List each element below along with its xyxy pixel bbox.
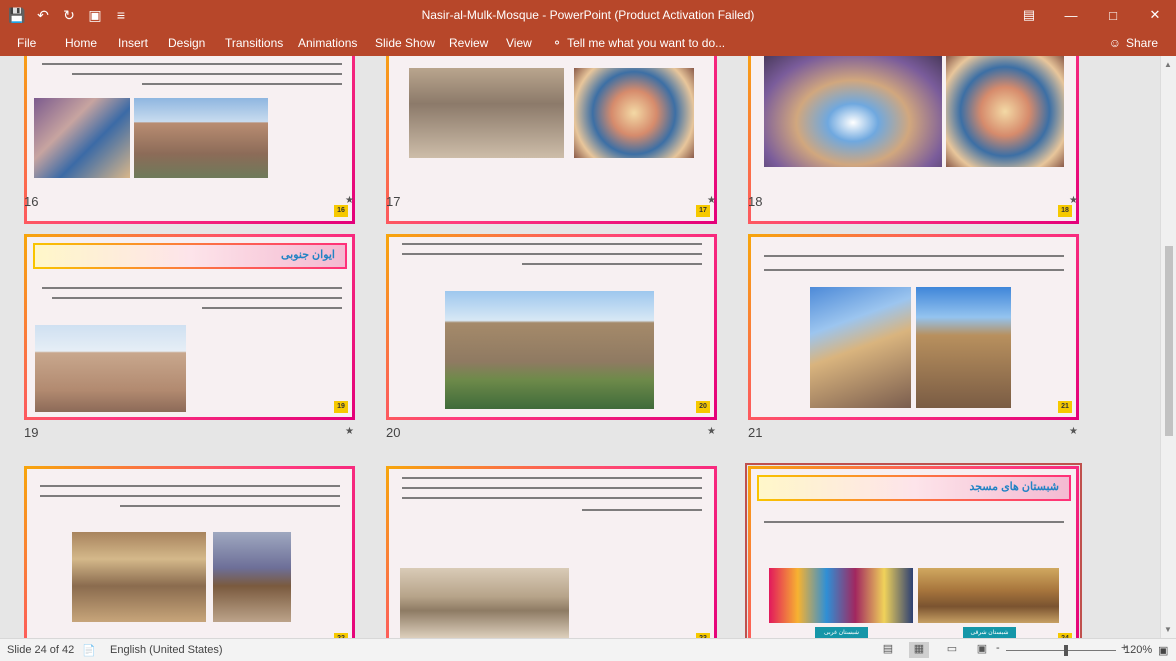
slide-photo	[810, 287, 911, 408]
tab-home[interactable]: Home	[65, 34, 97, 52]
slide-caption: شبستان غربی	[815, 627, 868, 638]
lightbulb-icon: ⚬	[552, 36, 563, 50]
slide-caption: شبستان شرقی	[963, 627, 1016, 638]
slide-thumbnail-17[interactable]: 17	[386, 56, 717, 224]
ribbon-display-icon[interactable]: ▤	[1008, 0, 1050, 30]
star-icon: ★	[1069, 195, 1078, 206]
scroll-down-icon[interactable]: ▼	[1164, 625, 1172, 634]
proofing-icon[interactable]: 📄	[82, 644, 96, 657]
slide-number-badge: 16	[334, 205, 348, 217]
zoom-out-button[interactable]: -	[996, 642, 1000, 654]
maximize-icon[interactable]: □	[1092, 0, 1134, 30]
slide-thumbnail-21[interactable]: 21	[748, 234, 1079, 420]
slide-number-badge: 17	[696, 205, 710, 217]
slide-photo	[916, 287, 1011, 408]
window-title: Nasir-al-Mulk-Mosque - PowerPoint (Produ…	[421, 8, 755, 22]
slide-photo	[409, 68, 564, 158]
slide-counter: Slide 24 of 42	[7, 644, 75, 656]
slide-label: 18	[748, 194, 763, 209]
slide-number-badge: 20	[696, 401, 710, 413]
slide-label: 19	[24, 425, 39, 440]
zoom-slider[interactable]	[1006, 650, 1116, 651]
tab-review[interactable]: Review	[449, 34, 488, 52]
slide-label: 21	[748, 425, 763, 440]
slide-thumbnail-23[interactable]: 23	[386, 466, 717, 638]
slide-label: 16	[24, 194, 39, 209]
star-icon: ★	[1069, 426, 1078, 437]
person-icon: ☺	[1108, 36, 1121, 50]
share-button[interactable]: ☺ Share	[1109, 33, 1158, 53]
slide-photo	[445, 291, 654, 409]
tell-me-box[interactable]: ⚬ Tell me what you want to do...	[552, 34, 725, 52]
close-icon[interactable]: ✕	[1134, 0, 1176, 30]
slideshow-view-icon[interactable]: ▣	[972, 642, 992, 658]
slide-title: شبستان های مسجد	[757, 475, 1071, 501]
star-icon: ★	[707, 426, 716, 437]
slide-number-badge: 21	[1058, 401, 1072, 413]
fit-to-window-icon[interactable]: ▣	[1158, 644, 1168, 657]
slide-thumbnail-16[interactable]: 16	[24, 56, 355, 224]
slide-photo	[72, 532, 206, 622]
slide-number-badge: 19	[334, 401, 348, 413]
tab-slide-show[interactable]: Slide Show	[375, 34, 435, 52]
slide-photo	[764, 56, 942, 167]
zoom-level[interactable]: 120%	[1124, 644, 1152, 656]
minimize-icon[interactable]: —	[1050, 0, 1092, 30]
slide-thumbnail-19[interactable]: ایوان جنوبی 19	[24, 234, 355, 420]
slide-photo	[769, 568, 913, 623]
slide-sorter: 16 16 ★ 17 17 ★ 18 18 ★ ایوان جنوبی 19 1…	[0, 56, 1160, 638]
slide-label: 17	[386, 194, 401, 209]
scroll-up-icon[interactable]: ▲	[1164, 60, 1172, 69]
language-indicator[interactable]: English (United States)	[110, 644, 223, 656]
reading-view-icon[interactable]: ▭	[942, 642, 962, 658]
slide-thumbnail-20[interactable]: 20	[386, 234, 717, 420]
tab-insert[interactable]: Insert	[118, 34, 148, 52]
title-bar: 💾 ↶ ↻ ▣ ≡ Nasir-al-Mulk-Mosque - PowerPo…	[0, 0, 1176, 30]
slide-photo	[134, 98, 268, 178]
tab-design[interactable]: Design	[168, 34, 205, 52]
slide-photo	[946, 56, 1064, 167]
vertical-scrollbar[interactable]: ▲ ▼	[1160, 56, 1176, 638]
slide-photo	[213, 532, 291, 622]
tab-animations[interactable]: Animations	[298, 34, 357, 52]
tab-file[interactable]: File	[17, 34, 36, 52]
slide-photo	[34, 98, 130, 178]
slide-number-badge: 18	[1058, 205, 1072, 217]
slide-photo	[400, 568, 569, 638]
star-icon: ★	[345, 195, 354, 206]
ribbon-tabs: File Home Insert Design Transitions Anim…	[0, 30, 1176, 56]
slide-photo	[35, 325, 186, 412]
star-icon: ★	[707, 195, 716, 206]
window-controls: ▤ — □ ✕	[1008, 0, 1176, 30]
share-label: Share	[1125, 36, 1158, 50]
zoom-slider-thumb[interactable]	[1064, 645, 1068, 656]
tab-view[interactable]: View	[506, 34, 532, 52]
status-bar: Slide 24 of 42 📄 English (United States)…	[0, 638, 1176, 661]
scroll-thumb[interactable]	[1165, 246, 1173, 436]
tab-transitions[interactable]: Transitions	[225, 34, 283, 52]
slide-label: 20	[386, 425, 401, 440]
slide-title: ایوان جنوبی	[33, 243, 347, 269]
slide-thumbnail-24[interactable]: شبستان های مسجد شبستان غربی شبستان شرقی …	[745, 463, 1082, 638]
slide-thumbnail-22[interactable]: 22	[24, 466, 355, 638]
normal-view-icon[interactable]: ▤	[878, 642, 898, 658]
slide-sorter-icon[interactable]: ▦	[909, 642, 929, 658]
star-icon: ★	[345, 426, 354, 437]
slide-photo	[918, 568, 1059, 623]
slide-photo	[574, 68, 694, 158]
tell-me-text: Tell me what you want to do...	[567, 36, 726, 50]
slide-thumbnail-18[interactable]: 18	[748, 56, 1079, 224]
